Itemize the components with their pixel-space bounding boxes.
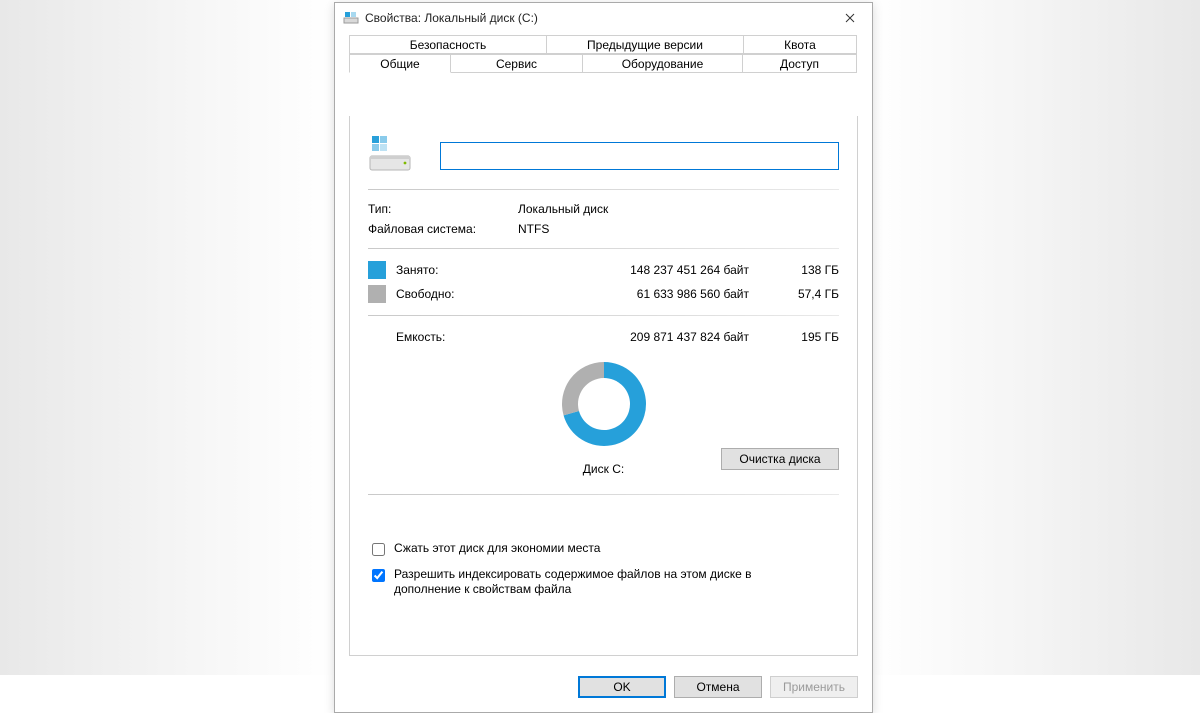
drive-small-icon [343,9,359,28]
used-label: Занято: [396,263,506,277]
close-button[interactable] [828,3,872,33]
used-gb: 138 ГБ [779,263,839,277]
index-label[interactable]: Разрешить индексировать содержимое файло… [394,567,784,597]
capacity-label: Емкость: [396,330,506,344]
tab-access[interactable]: Доступ [742,54,857,73]
filesystem-value: NTFS [518,222,549,236]
disk-caption: Диск C: [583,462,624,476]
general-panel: Тип: Локальный диск Файловая система: NT… [349,116,858,656]
divider [368,494,839,495]
cancel-button[interactable]: Отмена [674,676,762,698]
titlebar[interactable]: Свойства: Локальный диск (C:) [335,3,872,33]
disk-cleanup-button[interactable]: Очистка диска [721,448,839,470]
index-checkbox[interactable] [372,569,385,582]
volume-label-input[interactable] [440,142,839,170]
divider [368,315,839,316]
tab-security[interactable]: Безопасность [349,35,547,54]
ok-button[interactable]: OK [578,676,666,698]
divider [368,189,839,190]
capacity-row: Емкость: 209 871 437 824 байт 195 ГБ [396,330,839,344]
capacity-bytes: 209 871 437 824 байт [506,330,779,344]
free-label: Свободно: [396,287,506,301]
drive-icon [368,134,412,177]
properties-dialog: Свойства: Локальный диск (C:) Безопаснос… [334,2,873,713]
apply-button[interactable]: Применить [770,676,858,698]
type-value: Локальный диск [518,202,608,216]
free-swatch-icon [368,285,386,303]
dialog-buttons: OK Отмена Применить [335,666,872,712]
tab-hardware[interactable]: Оборудование [582,54,743,73]
free-gb: 57,4 ГБ [779,287,839,301]
window-title: Свойства: Локальный диск (C:) [365,11,828,25]
used-row: Занято: 148 237 451 264 байт 138 ГБ [368,261,839,279]
tab-previous[interactable]: Предыдущие версии [546,35,744,54]
capacity-gb: 195 ГБ [779,330,839,344]
free-bytes: 61 633 986 560 байт [506,287,779,301]
used-swatch-icon [368,261,386,279]
tab-strip: Безопасность Предыдущие версии Квота Общ… [349,35,858,78]
type-label: Тип: [368,202,518,216]
free-row: Свободно: 61 633 986 560 байт 57,4 ГБ [368,285,839,303]
tab-quota[interactable]: Квота [743,35,857,54]
tab-general[interactable]: Общие [349,54,451,73]
usage-donut-chart [554,354,654,454]
compress-checkbox[interactable] [372,543,385,556]
used-bytes: 148 237 451 264 байт [506,263,779,277]
filesystem-label: Файловая система: [368,222,518,236]
compress-label[interactable]: Сжать этот диск для экономии места [394,541,600,556]
close-icon [845,13,855,23]
divider [368,248,839,249]
tab-service[interactable]: Сервис [450,54,583,73]
